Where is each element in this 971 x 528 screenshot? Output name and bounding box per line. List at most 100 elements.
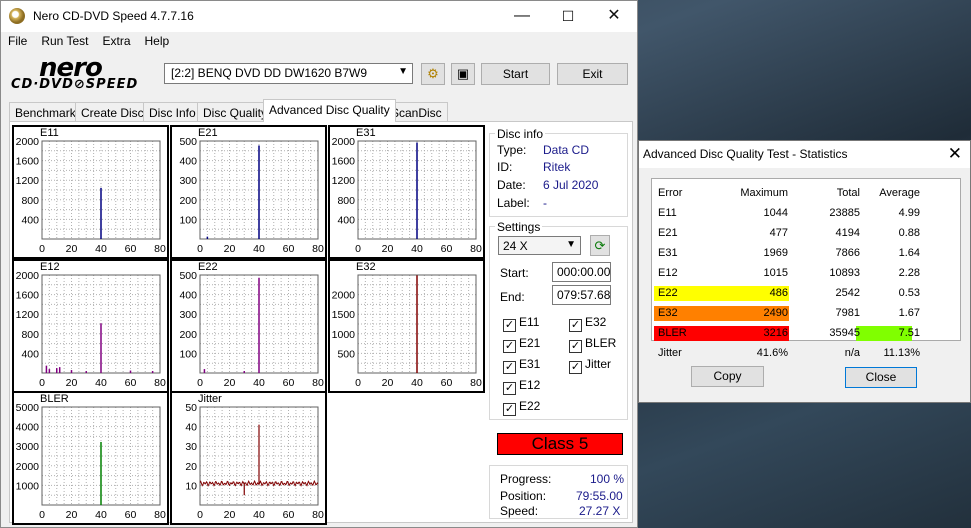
minimize-button[interactable]: — [499,1,545,32]
chart-title: E31 [356,127,376,139]
chart-svg: 100 200 300 400 500 0 20 40 60 80 [179,270,324,389]
speed-select-value: 24 X [503,239,528,253]
x-tick-label: 0 [355,377,361,389]
header-error: Error [658,187,683,199]
menu-extra[interactable]: Extra [95,32,137,50]
x-tick-label: 0 [39,243,45,255]
chart-title: Jitter [198,393,222,405]
average-value: 4.99 [898,207,920,219]
x-tick-label: 40 [253,377,265,389]
x-tick-label: 80 [154,243,166,255]
statistics-row: E22 486 2542 0.53 [652,286,960,301]
checkbox-e12[interactable]: ✓ E12 [503,378,540,395]
statistics-row: E32 2490 7981 1.67 [652,306,960,321]
floppy-save-icon: ▣ [456,66,470,81]
header-maximum: Maximum [740,187,788,199]
checkbox-e32-label: E32 [585,315,607,329]
x-tick-label: 40 [95,243,107,255]
checkbox-e22[interactable]: ✓ E22 [503,399,540,416]
maximum-value: 3216 [763,327,788,339]
menu-help[interactable]: Help [138,32,177,50]
checkbox-e21-label: E21 [519,336,541,350]
close-icon[interactable]: ✕ [948,144,962,164]
tab-advanced-disc-quality[interactable]: Advanced Disc Quality [263,99,396,122]
x-tick-label: 60 [125,243,137,255]
y-tick-label: 1600 [332,156,356,168]
close-button[interactable]: ✕ [591,1,637,32]
tab-disc-info[interactable]: Disc Info [143,102,202,122]
close-dialog-button[interactable]: Close [845,367,917,388]
y-tick-label: 3000 [16,441,40,453]
tab-benchmark[interactable]: Benchmark [9,102,82,122]
chart-e31: 400 800 1200 1600 2000 0 20 40 60 80 E31 [328,125,485,259]
menu-bar: File Run Test Extra Help [1,32,637,52]
disc-type-label: Type: [497,143,527,157]
y-tick-label: 20 [185,461,197,473]
disc-type-value: Data CD [543,143,590,157]
header-total: Total [836,187,860,199]
check-icon: ✓ [569,319,582,332]
disc-label-label: Label: [497,196,530,210]
y-tick-label: 100 [179,348,197,360]
x-tick-label: 0 [39,509,45,521]
statistics-row: BLER 3216 35945 7.51 [652,326,960,341]
error-name: BLER [658,327,687,339]
check-icon: ✓ [503,361,516,374]
settings-heading: Settings [495,220,543,234]
average-value: 1.64 [898,247,920,259]
x-tick-label: 20 [224,377,236,389]
copy-button[interactable]: Copy [691,366,764,387]
check-icon: ✓ [569,361,582,374]
chart-title: BLER [40,393,69,405]
position-value: 79:55.00 [576,489,623,503]
y-tick-label: 1000 [16,480,40,492]
speed-select[interactable]: 24 X ▼ [498,236,581,255]
start-time-input[interactable]: 000:00.00 [552,262,611,282]
tab-disc-quality[interactable]: Disc Quality [197,102,274,122]
error-name: E32 [658,307,678,319]
drive-info-button[interactable]: ⚙ [421,63,445,85]
checkbox-e22-label: E22 [519,399,541,413]
drive-select[interactable]: [2:2] BENQ DVD DD DW1620 B7W9 ▼ [164,63,413,84]
checkbox-e21[interactable]: ✓ E21 [503,336,540,353]
y-tick-label: 400 [179,156,197,168]
chart-svg: 500 1000 1500 2000 0 20 40 60 80 [332,274,482,389]
maximum-value: 41.6% [756,347,788,359]
start-button[interactable]: Start [481,63,550,85]
checkbox-e31[interactable]: ✓ E31 [503,357,540,374]
maximum-value: 1015 [763,267,788,279]
y-tick-label: 10 [185,480,197,492]
maximize-button[interactable]: ☐ [545,1,591,32]
y-tick-label: 1200 [332,175,356,187]
refresh-speed-button[interactable]: ⟳ [590,235,610,256]
y-tick-label: 500 [179,136,197,148]
y-tick-label: 2000 [16,136,40,148]
save-button[interactable]: ▣ [451,63,475,85]
x-tick-label: 40 [411,243,423,255]
checkbox-bler[interactable]: ✓ BLER [569,336,616,353]
tab-create-disc[interactable]: Create Disc [75,102,150,122]
error-name: E12 [658,267,678,279]
chart-svg: 100 200 300 400 500 0 20 40 60 80 [179,136,324,255]
end-time-input[interactable]: 079:57.68 [552,285,611,305]
x-tick-label: 20 [382,243,394,255]
menu-run-test[interactable]: Run Test [34,32,95,50]
statistics-row: E12 1015 10893 2.28 [652,266,960,281]
chart-e11: 400 800 1200 1600 2000 0 20 40 60 80 E11 [12,125,169,259]
x-tick-label: 60 [283,509,295,521]
x-tick-label: 80 [312,377,324,389]
y-tick-label: 40 [185,422,197,434]
error-name: E21 [658,227,678,239]
checkbox-e11[interactable]: ✓ E11 [503,315,539,332]
checkbox-jitter-label: Jitter [585,357,612,371]
y-tick-label: 800 [21,329,39,341]
menu-file[interactable]: File [1,32,34,50]
checkbox-jitter[interactable]: ✓ Jitter [569,357,611,374]
y-tick-label: 500 [179,270,197,282]
y-tick-label: 100 [179,214,197,226]
end-label: End: [500,290,525,304]
x-tick-label: 0 [197,243,203,255]
chart-bler: 1000 2000 3000 4000 5000 0 20 40 60 80 BLER [12,391,169,525]
exit-button[interactable]: Exit [557,63,628,85]
checkbox-e32[interactable]: ✓ E32 [569,315,606,332]
